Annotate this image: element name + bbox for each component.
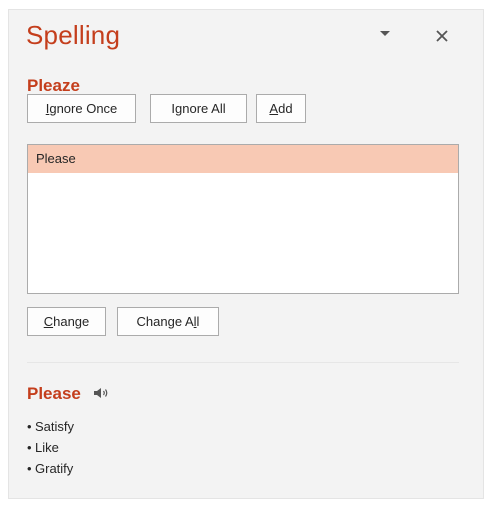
synonym-item: • Satisfy xyxy=(27,419,75,434)
change-mnemonic: C xyxy=(43,314,54,329)
suggestion-item[interactable]: Please xyxy=(28,145,458,173)
misspelled-word: Pleaze xyxy=(27,76,80,95)
change-all-label: l xyxy=(196,314,200,329)
change-button[interactable]: Change xyxy=(27,307,106,336)
synonym-item: • Like xyxy=(27,440,59,455)
ignore-all-button[interactable]: Ig nore All xyxy=(150,94,247,123)
ignore-once-label: gnore Once xyxy=(49,101,118,116)
definition-word: Please xyxy=(27,384,81,403)
add-label: dd xyxy=(278,101,293,116)
synonym-item: • Gratify xyxy=(27,461,74,476)
synonym-list: • Satisfy • Like • Gratify xyxy=(27,418,74,481)
add-button[interactable]: Add xyxy=(256,94,306,123)
synonym-text: Satisfy xyxy=(35,419,75,434)
synonym-text: Like xyxy=(35,440,59,455)
change-all-button[interactable]: Change All xyxy=(117,307,219,336)
change-label: hange xyxy=(53,314,90,329)
add-mnemonic: A xyxy=(269,101,279,116)
chevron-down-icon[interactable] xyxy=(380,31,390,36)
close-icon[interactable] xyxy=(434,28,450,44)
ignore-all-mnemonic: g xyxy=(175,101,183,116)
pane-title: Spelling xyxy=(26,20,121,50)
change-all-label-pre: Change A xyxy=(136,314,194,329)
ignore-once-button[interactable]: Ignore Once xyxy=(27,94,136,123)
speaker-icon[interactable] xyxy=(93,386,111,400)
suggestions-list[interactable]: Please xyxy=(27,144,459,294)
section-divider xyxy=(27,362,459,363)
synonym-text: Gratify xyxy=(35,461,74,476)
ignore-all-label: nore All xyxy=(182,101,226,116)
